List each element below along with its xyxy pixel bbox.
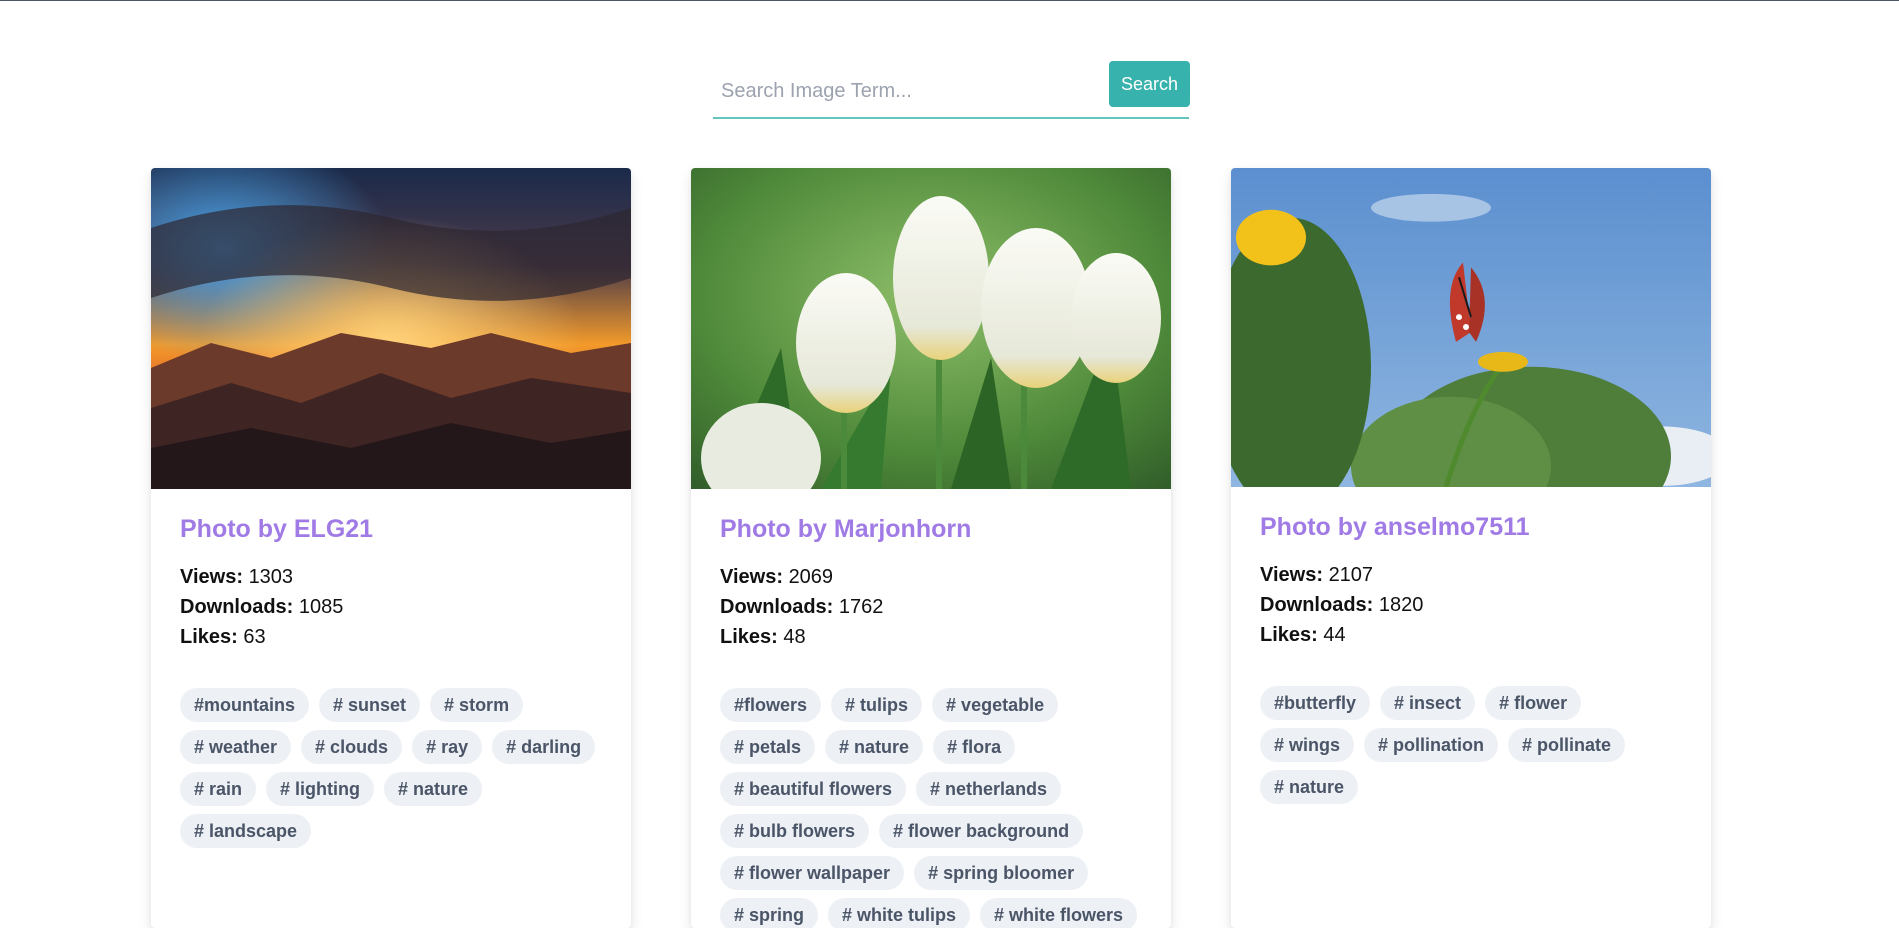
tag-list: #flowers # tulips # vegetable # petals #…	[720, 688, 1150, 928]
tag[interactable]: # lighting	[266, 772, 375, 806]
tag[interactable]: # nature	[825, 730, 924, 764]
likes-label: Likes:	[180, 626, 238, 648]
likes-stat: Likes: 44	[1260, 620, 1682, 650]
downloads-label: Downloads:	[1260, 594, 1374, 616]
views-label: Views:	[720, 566, 783, 588]
tag[interactable]: # wings	[1260, 728, 1355, 762]
tag[interactable]: # clouds	[301, 730, 403, 764]
tag[interactable]: # beautiful flowers	[720, 772, 907, 806]
downloads-stat: Downloads: 1762	[720, 592, 1142, 622]
card-title: Photo by ELG21	[180, 515, 374, 543]
downloads-label: Downloads:	[720, 596, 834, 618]
card-image-white-tulips	[691, 168, 1171, 489]
tag[interactable]: # vegetable	[932, 688, 1059, 722]
likes-value: 63	[243, 626, 266, 648]
views-value: 1303	[248, 566, 294, 588]
card-image-butterfly	[1231, 168, 1711, 487]
tag[interactable]: # rain	[180, 772, 257, 806]
card-title: Photo by Marjonhorn	[720, 515, 972, 543]
tag[interactable]: # pollination	[1364, 728, 1499, 762]
tag[interactable]: # pollinate	[1508, 728, 1626, 762]
search-input[interactable]	[713, 71, 1083, 111]
tag[interactable]: # flower wallpaper	[720, 856, 905, 890]
tag[interactable]: # ray	[412, 730, 483, 764]
tag[interactable]: # spring bloomer	[914, 856, 1089, 890]
tag[interactable]: # landscape	[180, 814, 312, 848]
tag[interactable]: # nature	[1260, 770, 1359, 804]
views-label: Views:	[1260, 564, 1323, 586]
tag[interactable]: # flora	[933, 730, 1016, 764]
likes-value: 44	[1323, 624, 1346, 646]
tag[interactable]: # storm	[430, 688, 524, 722]
card-title: Photo by anselmo7511	[1260, 513, 1530, 541]
views-stat: Views: 2107	[1260, 560, 1682, 590]
downloads-value: 1085	[298, 596, 344, 618]
tag-list: #mountains # sunset # storm # weather # …	[180, 688, 610, 856]
tag[interactable]: # white tulips	[828, 898, 971, 928]
tag[interactable]: # darling	[492, 730, 596, 764]
tag[interactable]: # weather	[180, 730, 292, 764]
tag[interactable]: # flower background	[879, 814, 1084, 848]
likes-value: 48	[783, 626, 806, 648]
tag[interactable]: # petals	[720, 730, 816, 764]
tag[interactable]: # bulb flowers	[720, 814, 870, 848]
tag-list: #butterfly # insect # flower # wings # p…	[1260, 686, 1690, 812]
likes-stat: Likes: 63	[180, 622, 602, 652]
tag[interactable]: # sunset	[319, 688, 421, 722]
views-stat: Views: 2069	[720, 562, 1142, 592]
search-form: Search	[713, 61, 1190, 119]
downloads-stat: Downloads: 1085	[180, 592, 602, 622]
tag[interactable]: # netherlands	[916, 772, 1062, 806]
views-label: Views:	[180, 566, 243, 588]
downloads-stat: Downloads: 1820	[1260, 590, 1682, 620]
downloads-value: 1820	[1378, 594, 1424, 616]
tag[interactable]: # nature	[384, 772, 483, 806]
tag[interactable]: # flower	[1485, 686, 1582, 720]
views-value: 2069	[788, 566, 834, 588]
image-card: Photo by anselmo7511 Views: 2107 Downloa…	[1231, 168, 1711, 928]
downloads-value: 1762	[838, 596, 884, 618]
tag[interactable]: # tulips	[831, 688, 923, 722]
likes-stat: Likes: 48	[720, 622, 1142, 652]
tag[interactable]: #flowers	[720, 688, 822, 722]
likes-label: Likes:	[720, 626, 778, 648]
card-image-mountain-sunset	[151, 168, 631, 489]
image-card: Photo by ELG21 Views: 1303 Downloads: 10…	[151, 168, 631, 928]
top-border	[0, 0, 1899, 1]
tag[interactable]: # insect	[1380, 686, 1476, 720]
views-value: 2107	[1328, 564, 1374, 586]
likes-label: Likes:	[1260, 624, 1318, 646]
image-card: Photo by Marjonhorn Views: 2069 Download…	[691, 168, 1171, 928]
downloads-label: Downloads:	[180, 596, 294, 618]
tag[interactable]: # white flowers	[980, 898, 1138, 928]
views-stat: Views: 1303	[180, 562, 602, 592]
tag[interactable]: #butterfly	[1260, 686, 1371, 720]
search-button[interactable]: Search	[1109, 61, 1190, 107]
tag[interactable]: #mountains	[180, 688, 310, 722]
tag[interactable]: # spring	[720, 898, 819, 928]
